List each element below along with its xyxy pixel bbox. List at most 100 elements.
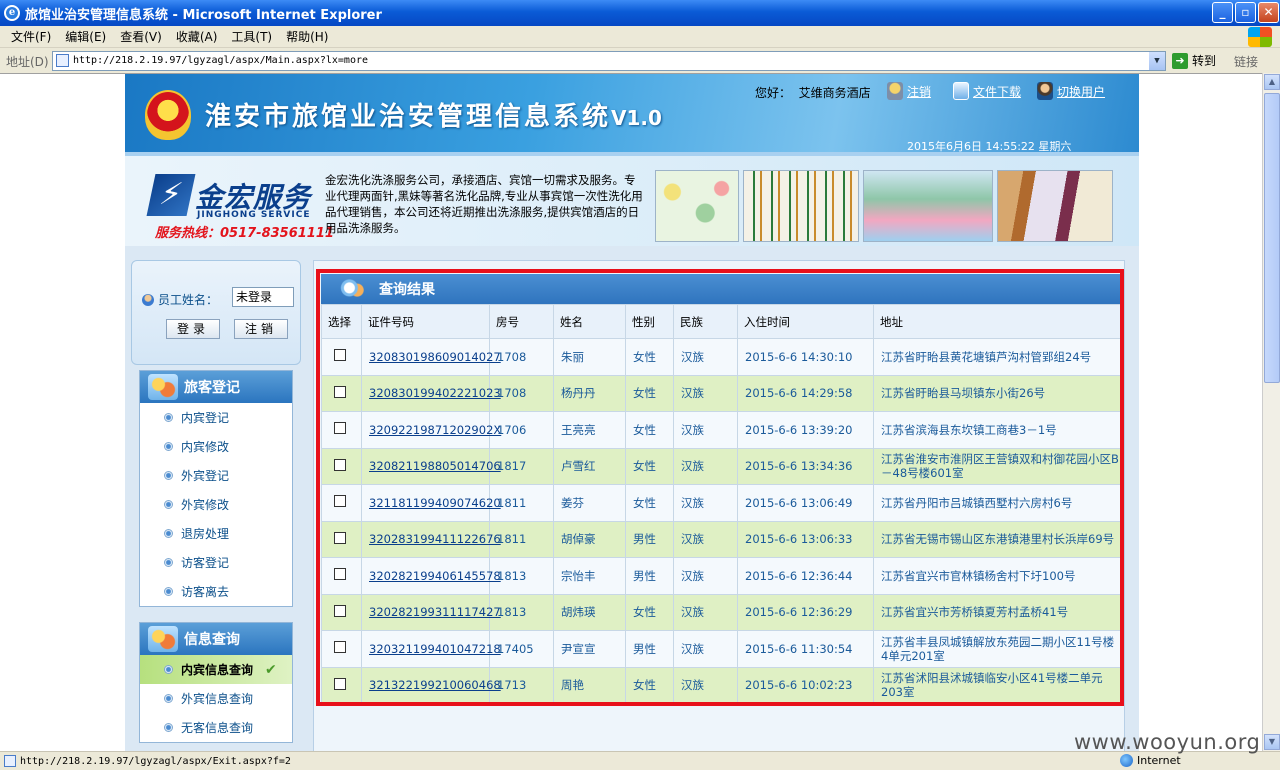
bullet-icon [164, 471, 173, 480]
sidebar-item-visitor-leave[interactable]: 访客离去 [140, 577, 292, 606]
go-button[interactable]: ➜ 转到 [1172, 52, 1216, 69]
product-image-toiletries [655, 170, 739, 242]
minimize-button[interactable]: _ [1212, 2, 1233, 23]
bullet-icon [164, 558, 173, 567]
jinghong-logo-mark: ⚡ [146, 174, 196, 216]
hotline: 服务热线：0517-83561111 [155, 226, 334, 241]
bullet-icon [164, 500, 173, 509]
download-icon [953, 82, 969, 100]
sidebar-item-visitor-register[interactable]: 访客登记 [140, 548, 292, 577]
sidebar-item-label: 外宾登记 [181, 469, 230, 483]
scroll-thumb[interactable] [1264, 93, 1280, 383]
status-page-icon [4, 755, 16, 767]
sidebar-item-checkout[interactable]: 退房处理 [140, 519, 292, 548]
maximize-button[interactable]: ▫ [1235, 2, 1256, 23]
guest-registration-title: 旅客登记 [184, 380, 240, 396]
sidebar-item-vacant-query[interactable]: 无客信息查询 [140, 713, 292, 742]
staff-name-label-text: 员工姓名： [158, 293, 219, 307]
greeting: 您好： 艾维商务酒店 [755, 84, 871, 101]
sidebar-item-domestic-register[interactable]: 内宾登记 [140, 403, 292, 432]
menu-favorites[interactable]: 收藏(A) [169, 28, 225, 45]
menu-file[interactable]: 文件(F) [4, 28, 58, 45]
sidebar-item-label: 访客离去 [181, 585, 230, 599]
close-button[interactable]: ✕ [1258, 2, 1279, 23]
go-arrow-icon: ➜ [1172, 52, 1188, 69]
security-zone: Internet [1120, 754, 1181, 767]
switch-user-label: 切换用户 [1057, 84, 1106, 99]
bullet-icon [164, 413, 173, 422]
menu-edit[interactable]: 编辑(E) [58, 28, 113, 45]
menu-bar: 文件(F) 编辑(E) 查看(V) 收藏(A) 工具(T) 帮助(H) [0, 26, 1280, 48]
greeting-label: 您好： [755, 86, 792, 100]
info-query-header: 信息查询 [140, 623, 292, 655]
product-image-bottles [863, 170, 993, 242]
bullet-icon [164, 587, 173, 596]
address-bar: 地址(D) http://218.2.19.97/lgyzagl/aspx/Ma… [0, 49, 1280, 73]
hotel-name: 艾维商务酒店 [798, 86, 871, 100]
sidebar-item-label: 外宾修改 [181, 498, 230, 512]
bullet-icon [164, 694, 173, 703]
address-url: http://218.2.19.97/lgyzagl/aspx/Main.asp… [73, 55, 369, 66]
sidebar-item-label: 内宾修改 [181, 440, 230, 454]
login-button[interactable]: 登录 [166, 319, 220, 339]
bullet-icon [164, 442, 173, 451]
jinghong-logo: ⚡ 金宏服务 JINGHONG SERVICE 服务热线：0517-835611… [146, 174, 334, 242]
sidebar-item-label: 退房处理 [181, 527, 230, 541]
system-title-text: 淮安市旅馆业治安管理信息系统 [205, 102, 612, 132]
staff-name-label: 员工姓名： [142, 291, 218, 308]
sidebar: 员工姓名： 未登录 登录 注销 旅客登记 内宾登记 内宾修改 外宾登记 外宾修改… [131, 260, 301, 751]
switch-user-link[interactable]: 切换用户 [1037, 82, 1105, 100]
menu-view[interactable]: 查看(V) [113, 28, 169, 45]
address-label: 地址(D) [6, 54, 49, 69]
lock-icon [887, 82, 903, 100]
bullet-icon [164, 529, 173, 538]
windows-logo-icon [1248, 27, 1272, 47]
file-download-label: 文件下载 [973, 84, 1022, 99]
globe-icon [1120, 754, 1133, 767]
product-image-combs [997, 170, 1113, 242]
menu-help[interactable]: 帮助(H) [279, 28, 335, 45]
system-title: 淮安市旅馆业治安管理信息系统V1.0 [205, 96, 662, 133]
scroll-up-icon[interactable]: ▲ [1264, 74, 1280, 90]
ie-icon: e [4, 5, 20, 21]
browser-viewport: 淮安市旅馆业治安管理信息系统V1.0 您好： 艾维商务酒店 注销 文件下载 切换… [0, 73, 1262, 751]
info-query-title: 信息查询 [184, 632, 240, 648]
sidebar-item-label: 内宾信息查询 [181, 663, 254, 677]
sidebar-item-foreign-modify[interactable]: 外宾修改 [140, 490, 292, 519]
status-url: http://218.2.19.97/lgyzagl/aspx/Exit.asp… [20, 755, 291, 767]
guest-registration-icon [148, 374, 178, 400]
bullet-icon [164, 665, 173, 674]
vertical-scrollbar[interactable]: ▲ ▼ [1262, 73, 1280, 751]
login-box: 员工姓名： 未登录 登录 注销 [131, 260, 301, 365]
watermark: www.wooyun.org [1074, 730, 1261, 754]
sidebar-item-label: 无客信息查询 [181, 721, 254, 735]
guest-registration-panel: 旅客登记 内宾登记 内宾修改 外宾登记 外宾修改 退房处理 访客登记 访客离去 [139, 370, 293, 607]
bullet-icon [164, 723, 173, 732]
sidebar-item-domestic-query[interactable]: 内宾信息查询 ✔ [140, 655, 292, 684]
address-input[interactable]: http://218.2.19.97/lgyzagl/aspx/Main.asp… [52, 51, 1166, 71]
address-dropdown-icon[interactable]: ▼ [1149, 52, 1165, 70]
info-query-panel: 信息查询 内宾信息查询 ✔ 外宾信息查询 无客信息查询 [139, 622, 293, 743]
file-download-link[interactable]: 文件下载 [953, 82, 1021, 100]
sidebar-item-label: 访客登记 [181, 556, 230, 570]
logout-link-label: 注销 [907, 84, 932, 99]
sidebar-item-foreign-register[interactable]: 外宾登记 [140, 461, 292, 490]
system-header: 淮安市旅馆业治安管理信息系统V1.0 您好： 艾维商务酒店 注销 文件下载 切换… [125, 74, 1139, 156]
info-query-icon [148, 626, 178, 652]
logout-link[interactable]: 注销 [887, 82, 931, 100]
sidebar-item-domestic-modify[interactable]: 内宾修改 [140, 432, 292, 461]
sidebar-item-foreign-query[interactable]: 外宾信息查询 [140, 684, 292, 713]
system-version: V1.0 [611, 106, 662, 130]
scroll-down-icon[interactable]: ▼ [1264, 734, 1280, 750]
staff-name-input[interactable]: 未登录 [232, 287, 294, 307]
window-titlebar: e 旅馆业治安管理信息系统 - Microsoft Internet Explo… [0, 0, 1280, 26]
links-button[interactable]: 链接 [1234, 53, 1258, 70]
checkmark-icon: ✔ [265, 661, 277, 678]
guest-registration-header: 旅客登记 [140, 371, 292, 403]
sidebar-logout-button[interactable]: 注销 [234, 319, 288, 339]
zone-label: Internet [1137, 754, 1181, 767]
ad-banner[interactable]: ⚡ 金宏服务 JINGHONG SERVICE 服务热线：0517-835611… [125, 156, 1139, 246]
highlight-box [316, 269, 1124, 706]
menu-tools[interactable]: 工具(T) [224, 28, 279, 45]
switch-user-icon [1037, 82, 1053, 100]
